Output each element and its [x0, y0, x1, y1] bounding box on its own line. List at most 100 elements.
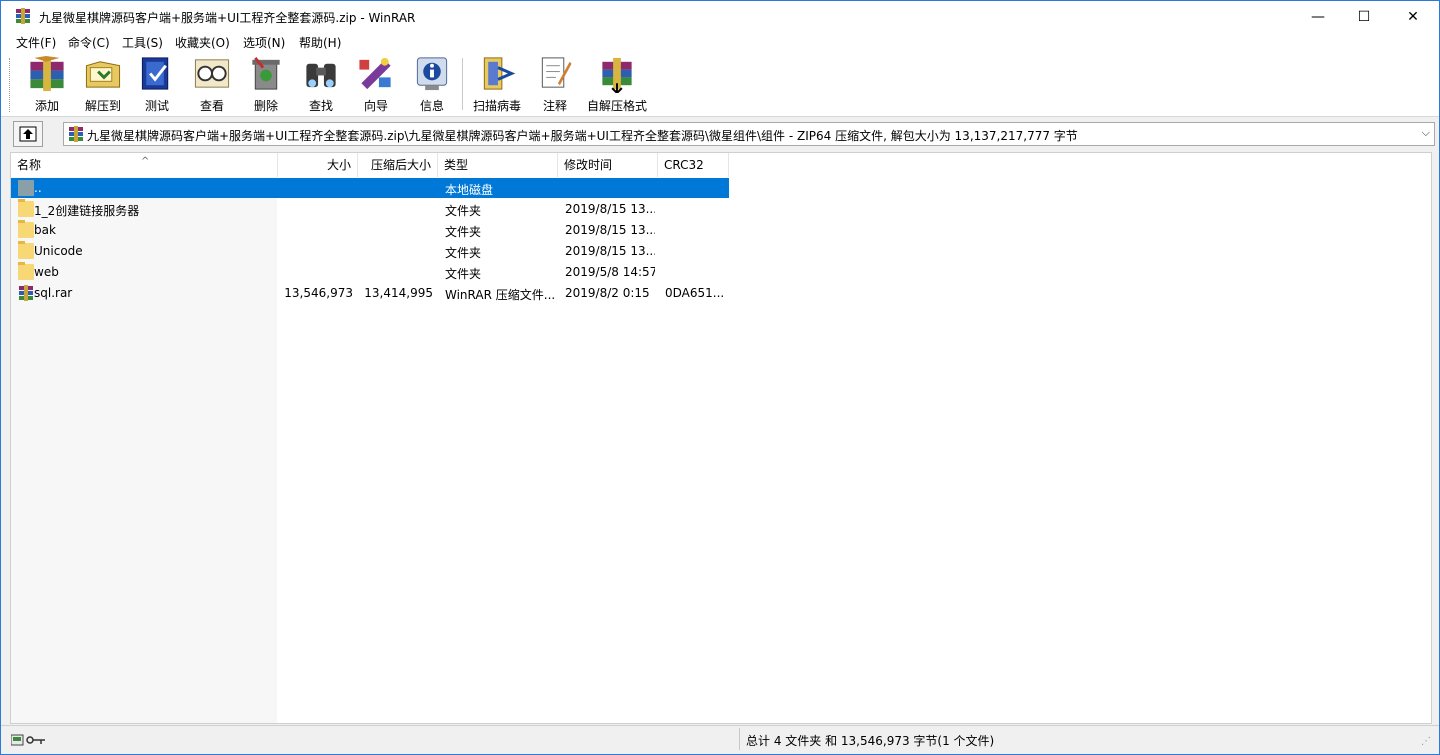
column-header-name[interactable]: ^ 名称	[11, 153, 278, 177]
folder-icon	[18, 241, 34, 259]
minimize-button[interactable]: —	[1295, 1, 1341, 32]
close-button[interactable]: ✕	[1387, 1, 1439, 32]
status-divider	[739, 728, 740, 750]
column-header: ^ 名称 大小 压缩后大小 类型 修改时间 CRC32	[11, 153, 1431, 177]
file-type: 本地磁盘	[445, 183, 494, 197]
status-bar: 总计 4 文件夹 和 13,546,973 字节(1 个文件) ⋰	[1, 725, 1439, 754]
virus-scan-label: 扫描病毒	[472, 99, 521, 113]
file-list: ^ 名称 大小 压缩后大小 类型 修改时间 CRC32 .. 本地磁盘 1_2创…	[10, 152, 1432, 724]
sfx-label: 自解压格式	[586, 99, 647, 113]
close-icon: ✕	[1407, 8, 1419, 25]
column-header-packed-label: 压缩后大小	[370, 158, 431, 172]
window-title: 九星微星棋牌源码客户端+服务端+UI工程齐全整套源码.zip - WinRAR	[39, 11, 416, 25]
file-row[interactable]: Unicode 文件夹 2019/8/15 13...	[11, 241, 729, 261]
wizard-icon	[359, 57, 391, 90]
find-icon	[306, 63, 336, 88]
file-name: web	[34, 265, 59, 279]
address-path: 九星微星棋牌源码客户端+服务端+UI工程齐全整套源码.zip\九星微星棋牌源码客…	[87, 129, 1078, 143]
menu-commands[interactable]: 命令(C)	[68, 34, 110, 51]
column-header-crc[interactable]: CRC32	[658, 153, 729, 177]
view-label: 查看	[199, 99, 224, 113]
parent-folder-icon	[18, 180, 34, 196]
delete-icon	[252, 56, 280, 90]
delete-label: 删除	[253, 99, 278, 113]
up-folder-button[interactable]	[13, 121, 43, 147]
address-row: 九星微星棋牌源码客户端+服务端+UI工程齐全整套源码.zip\九星微星棋牌源码客…	[1, 117, 1439, 150]
test-icon	[141, 57, 169, 90]
file-name: ..	[34, 181, 42, 195]
minimize-icon: —	[1311, 8, 1325, 25]
column-header-name-label: 名称	[17, 158, 42, 172]
menu-tools[interactable]: 工具(S)	[122, 34, 163, 51]
add-archive-icon	[30, 55, 64, 92]
delete-button[interactable]: 删除	[243, 54, 289, 114]
folder-icon	[18, 220, 34, 238]
file-name: Unicode	[34, 244, 83, 258]
file-type: 文件夹	[445, 225, 482, 239]
address-combobox[interactable]: 九星微星棋牌源码客户端+服务端+UI工程齐全整套源码.zip\九星微星棋牌源码客…	[63, 122, 1435, 146]
wizard-label: 向导	[363, 99, 388, 113]
up-arrow-icon	[19, 126, 37, 142]
status-text: 总计 4 文件夹 和 13,546,973 字节(1 个文件)	[746, 734, 995, 748]
find-label: 查找	[308, 99, 333, 113]
extract-to-icon	[85, 61, 121, 88]
column-header-size[interactable]: 大小	[278, 153, 358, 177]
file-row[interactable]: web 文件夹 2019/5/8 14:57	[11, 262, 729, 282]
column-header-modified[interactable]: 修改时间	[558, 153, 658, 177]
test-label: 测试	[144, 99, 169, 113]
sort-ascending-icon: ^	[141, 156, 150, 167]
find-button[interactable]: 查找	[298, 54, 344, 114]
column-header-size-label: 大小	[326, 158, 351, 172]
rar-file-icon	[19, 285, 33, 301]
extract-to-button[interactable]: 解压到	[79, 54, 127, 114]
file-modified: 2019/8/2 0:15	[565, 286, 650, 300]
file-type: 文件夹	[445, 204, 482, 218]
view-icon	[194, 59, 230, 88]
menu-help[interactable]: 帮助(H)	[299, 34, 341, 51]
file-modified: 2019/8/15 13...	[565, 244, 655, 258]
archive-icon	[69, 126, 83, 142]
maximize-button[interactable]: ☐	[1341, 1, 1387, 32]
menu-favorites[interactable]: 收藏夹(O)	[175, 34, 230, 51]
wizard-button[interactable]: 向导	[353, 54, 399, 114]
toolbar-grip	[9, 58, 13, 112]
view-button[interactable]: 查看	[189, 54, 235, 114]
winrar-app-icon	[16, 8, 30, 24]
file-row[interactable]: 1_2创建链接服务器 文件夹 2019/8/15 13...	[11, 199, 729, 219]
virus-scan-button[interactable]: 扫描病毒	[471, 54, 523, 114]
sfx-icon	[602, 57, 632, 93]
file-modified: 2019/8/15 13...	[565, 223, 655, 237]
file-name: bak	[34, 223, 56, 237]
file-type: WinRAR 压缩文件...	[445, 288, 556, 302]
file-crc: 0DA651...	[665, 286, 725, 300]
file-row[interactable]: bak 文件夹 2019/8/15 13...	[11, 220, 729, 240]
extract-to-label: 解压到	[84, 99, 121, 113]
column-header-type[interactable]: 类型	[438, 153, 558, 177]
info-icon	[416, 57, 448, 91]
info-button[interactable]: 信息	[409, 54, 455, 114]
file-row[interactable]: sql.rar 13,546,973 13,414,995 WinRAR 压缩文…	[11, 283, 729, 303]
menu-options[interactable]: 选项(N)	[243, 34, 285, 51]
file-modified: 2019/8/15 13...	[565, 202, 655, 216]
folder-icon	[18, 199, 34, 217]
file-row-parent[interactable]: .. 本地磁盘	[11, 178, 729, 198]
drive-key-icon	[11, 734, 45, 746]
add-button[interactable]: 添加	[23, 54, 71, 114]
virus-scan-icon	[483, 57, 516, 90]
column-header-packed[interactable]: 压缩后大小	[358, 153, 438, 177]
menu-file[interactable]: 文件(F)	[16, 34, 56, 51]
file-name: 1_2创建链接服务器	[34, 204, 140, 218]
column-header-modified-label: 修改时间	[564, 158, 613, 172]
file-type: 文件夹	[445, 246, 482, 260]
winrar-window: 九星微星棋牌源码客户端+服务端+UI工程齐全整套源码.zip - WinRAR …	[0, 0, 1440, 755]
comment-button[interactable]: 注释	[532, 54, 578, 114]
file-packed: 13,414,995	[364, 286, 433, 300]
folder-icon	[18, 262, 34, 280]
chevron-down-icon[interactable]: ⌵	[1422, 126, 1430, 140]
resize-grip-icon[interactable]: ⋰	[1421, 736, 1431, 747]
sfx-button[interactable]: 自解压格式	[585, 54, 649, 114]
comment-label: 注释	[542, 99, 567, 113]
title-bar[interactable]: 九星微星棋牌源码客户端+服务端+UI工程齐全整套源码.zip - WinRAR …	[1, 1, 1439, 32]
test-button[interactable]: 测试	[135, 54, 179, 114]
toolbar: 添加 解压到 测试 查看 删除 查找 向导 信息 扫描病毒 注释 自解压格式	[1, 52, 1439, 117]
